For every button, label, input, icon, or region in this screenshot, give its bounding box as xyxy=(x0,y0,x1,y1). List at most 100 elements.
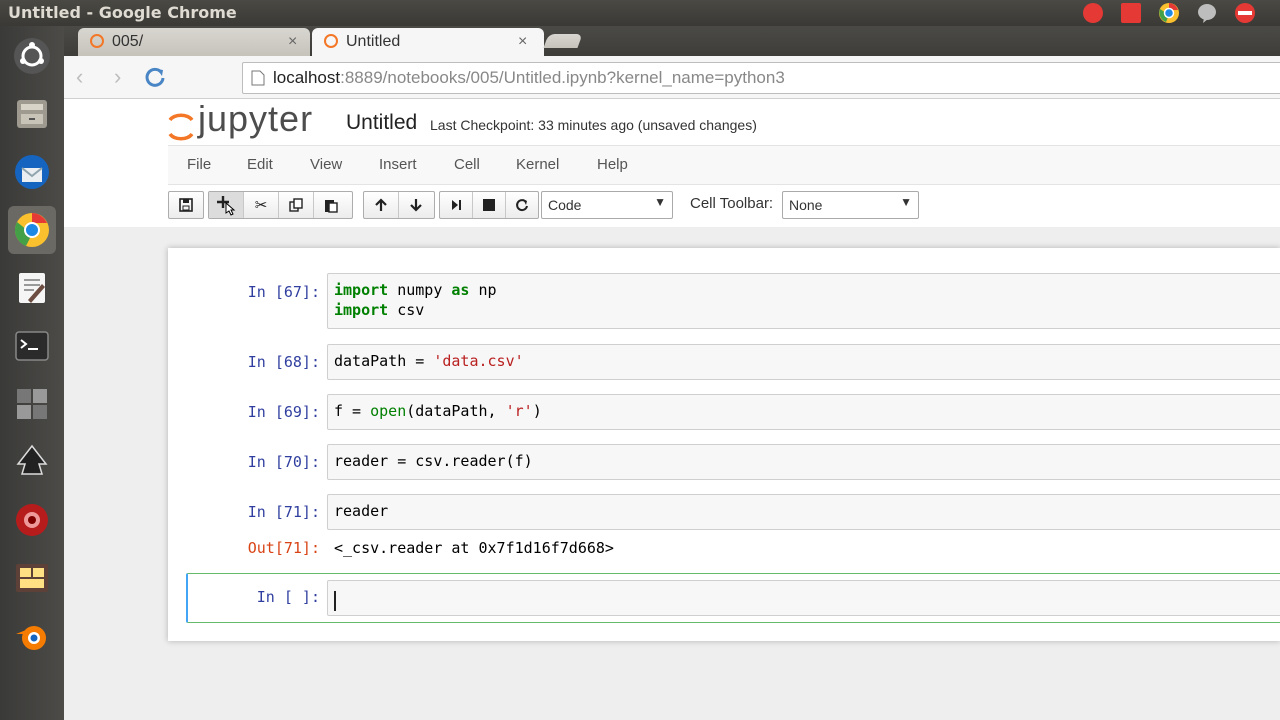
cell-input[interactable]: reader = csv.reader(f) xyxy=(327,444,1280,480)
cell-input[interactable]: f = open(dataPath, 'r') xyxy=(327,394,1280,430)
toolbar-group-run xyxy=(439,191,539,219)
paste-icon xyxy=(325,199,338,213)
toolbar-group-edit: ✂ xyxy=(208,191,353,219)
cell-input[interactable] xyxy=(327,580,1280,616)
files-icon[interactable] xyxy=(8,90,56,138)
cell-input[interactable]: reader xyxy=(327,494,1280,530)
tab-close-button[interactable]: × xyxy=(288,33,297,51)
jupyter-favicon-icon xyxy=(324,34,338,48)
move-up-button[interactable] xyxy=(364,192,399,218)
url-text: localhost:8889/notebooks/005/Untitled.ip… xyxy=(273,68,785,87)
tab-label: Untitled xyxy=(346,33,401,50)
menu-help[interactable]: Help xyxy=(597,156,628,173)
save-button[interactable] xyxy=(169,192,203,218)
input-prompt: In [69]: xyxy=(247,403,320,421)
toolbar-group-move xyxy=(363,191,435,219)
thunderbird-icon[interactable] xyxy=(8,148,56,196)
run-cell-button[interactable] xyxy=(440,192,473,218)
cell-code: dataPath = 'data.csv' xyxy=(334,352,524,370)
power-icon[interactable] xyxy=(1234,2,1256,24)
arrow-down-icon xyxy=(410,199,422,212)
menu-bar: File Edit View Insert Cell Kernel Help xyxy=(168,145,1280,185)
jupyter-page: jupyter Untitled Last Checkpoint: 33 min… xyxy=(64,98,1280,720)
cell-toolbar-label: Cell Toolbar: xyxy=(690,195,774,212)
paste-button[interactable] xyxy=(314,192,348,218)
chrome-launcher-icon[interactable] xyxy=(8,206,56,254)
cell-input[interactable]: dataPath = 'data.csv' xyxy=(327,344,1280,380)
input-prompt: In [67]: xyxy=(247,283,320,301)
new-tab-button[interactable] xyxy=(543,34,583,48)
text-editor-icon[interactable] xyxy=(8,264,56,312)
jupyter-logo-text[interactable]: jupyter xyxy=(198,98,313,140)
copy-button[interactable] xyxy=(279,192,314,218)
jupyter-favicon-icon xyxy=(90,34,104,48)
chat-icon[interactable] xyxy=(1196,2,1218,24)
selected-code-cell[interactable]: In [ ]: xyxy=(186,573,1280,623)
restart-kernel-button[interactable] xyxy=(506,192,538,218)
terminal-icon[interactable] xyxy=(8,322,56,370)
cell-output: <_csv.reader at 0x7f1d16f7d668> xyxy=(334,539,614,557)
notebook-container: In [67]: import numpy as np import csv I… xyxy=(168,248,1280,641)
tab-label: 005/ xyxy=(112,33,144,50)
input-prompt: In [ ]: xyxy=(256,588,320,606)
window-manager-icon[interactable] xyxy=(8,554,56,602)
app-launcher xyxy=(0,26,65,720)
back-icon[interactable]: ‹ xyxy=(76,64,83,90)
move-down-button[interactable] xyxy=(399,192,433,218)
app-red-swirl-icon[interactable] xyxy=(8,496,56,544)
dropdown-arrow-icon: ▼ xyxy=(900,195,912,209)
cell-type-value: Code xyxy=(548,197,582,213)
stop-indicator-icon[interactable] xyxy=(1120,2,1142,24)
save-icon xyxy=(179,198,193,212)
refresh-icon xyxy=(516,199,528,212)
plus-icon xyxy=(217,196,236,216)
tab-untitled[interactable]: Untitled × xyxy=(312,28,544,56)
stop-icon xyxy=(483,199,495,211)
menu-edit[interactable]: Edit xyxy=(247,156,273,173)
cell-code: reader xyxy=(334,502,389,520)
jupyter-logo-icon[interactable] xyxy=(168,105,194,149)
cell-code: import numpy as np import csv xyxy=(334,281,497,319)
menu-view[interactable]: View xyxy=(310,156,342,173)
menu-insert[interactable]: Insert xyxy=(379,156,417,173)
cut-button[interactable]: ✂ xyxy=(244,192,279,218)
scissors-icon: ✂ xyxy=(254,197,268,214)
browser-toolbar: ‹ › localhost:8889/notebooks/005/Untitle… xyxy=(64,56,1280,99)
input-prompt: In [71]: xyxy=(247,503,320,521)
forward-icon[interactable]: › xyxy=(114,64,121,90)
tab-close-button[interactable]: × xyxy=(518,33,527,51)
cell-type-select[interactable]: Code ▼ xyxy=(541,191,673,219)
menu-file[interactable]: File xyxy=(187,156,211,173)
cell-toolbar-value: None xyxy=(789,197,823,213)
record-indicator-icon[interactable] xyxy=(1082,2,1104,24)
reload-icon[interactable] xyxy=(144,66,166,88)
cell-toolbar-select[interactable]: None ▼ xyxy=(782,191,919,219)
cell-code: f = open(dataPath, 'r') xyxy=(334,402,542,420)
copy-icon xyxy=(289,198,303,212)
window-title: Untitled - Google Chrome xyxy=(8,3,237,22)
text-cursor xyxy=(334,591,336,611)
arrow-up-icon xyxy=(375,198,387,211)
tab-005[interactable]: 005/ × xyxy=(78,28,310,56)
menu-kernel[interactable]: Kernel xyxy=(516,156,559,173)
cell-input[interactable]: import numpy as np import csv xyxy=(327,273,1280,329)
toolbar-group-save xyxy=(168,191,204,219)
page-icon xyxy=(251,70,265,86)
chrome-tray-icon[interactable] xyxy=(1158,2,1180,24)
output-prompt: Out[71]: xyxy=(247,539,320,557)
address-bar[interactable]: localhost:8889/notebooks/005/Untitled.ip… xyxy=(242,62,1280,94)
blender-icon[interactable] xyxy=(8,612,56,660)
cell-code: reader = csv.reader(f) xyxy=(334,452,533,470)
workspace-switcher-icon[interactable] xyxy=(8,380,56,428)
menu-cell[interactable]: Cell xyxy=(454,156,480,173)
insert-cell-button[interactable] xyxy=(209,192,244,218)
step-forward-icon xyxy=(452,200,461,210)
jupyter-header: jupyter Untitled Last Checkpoint: 33 min… xyxy=(64,98,1280,227)
notebook-name[interactable]: Untitled xyxy=(346,111,417,135)
dropdown-arrow-icon: ▼ xyxy=(654,195,666,209)
window-title-bar: Untitled - Google Chrome xyxy=(0,0,1280,26)
dash-home-icon[interactable] xyxy=(8,32,56,80)
inkscape-icon[interactable] xyxy=(8,438,56,486)
interrupt-kernel-button[interactable] xyxy=(473,192,506,218)
input-prompt: In [68]: xyxy=(247,353,320,371)
